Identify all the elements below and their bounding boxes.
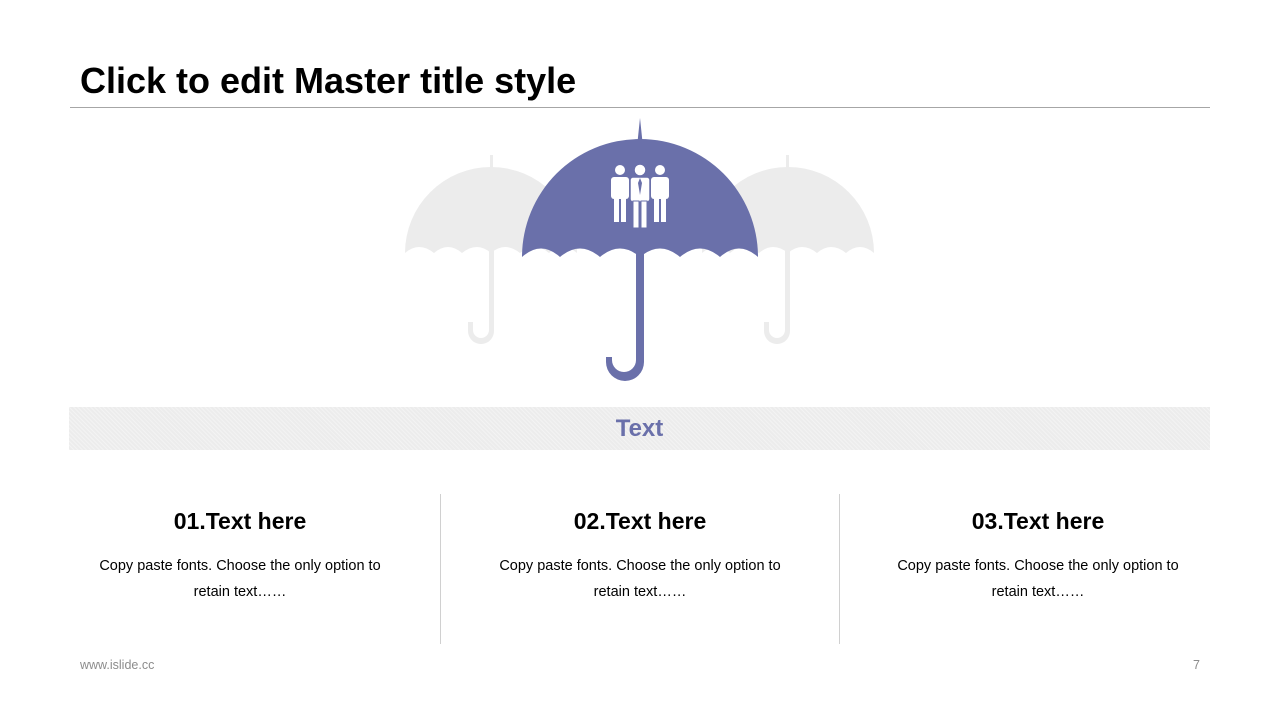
column-body: Copy paste fonts. Choose the only option…	[99, 558, 381, 600]
column-divider	[839, 494, 840, 644]
main-umbrella-icon	[522, 118, 758, 381]
column-divider	[440, 494, 441, 644]
title-divider	[70, 107, 1210, 108]
column-body: Copy paste fonts. Choose the only option…	[499, 558, 781, 600]
text-banner: Text	[69, 407, 1210, 450]
column-1: 01.Text here Copy paste fonts. Choose th…	[55, 494, 425, 644]
slide-title: Click to edit Master title style	[80, 60, 577, 101]
column-2: 02.Text here Copy paste fonts. Choose th…	[455, 494, 825, 644]
column-3: 03.Text here Copy paste fonts. Choose th…	[853, 494, 1223, 644]
banner-label: Text	[615, 414, 664, 442]
page-number: 7	[1193, 658, 1200, 672]
column-heading: 03.Text here	[971, 508, 1105, 534]
column-body: Copy paste fonts. Choose the only option…	[897, 558, 1179, 600]
footer-url: www.islide.cc	[80, 658, 155, 672]
umbrella-illustration	[405, 118, 874, 381]
column-heading: 02.Text here	[573, 508, 707, 534]
column-heading: 01.Text here	[173, 508, 307, 534]
